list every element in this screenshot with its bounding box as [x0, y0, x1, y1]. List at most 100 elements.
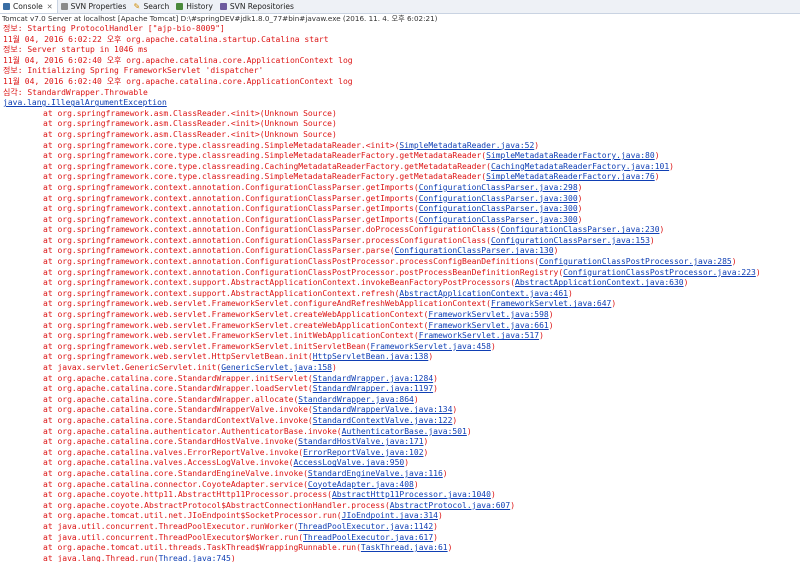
stack-frame-tail: ): [568, 288, 573, 298]
source-link[interactable]: FrameworkServlet.java:458: [371, 342, 491, 351]
source-link[interactable]: CachingMetadataReaderFactory.java:101: [491, 162, 669, 171]
stack-frame: at org.apache.coyote.AbstractProtocol$Ab…: [3, 501, 799, 512]
source-link[interactable]: SimpleMetadataReaderFactory.java:80: [486, 151, 655, 160]
stack-frame-tail: ): [510, 500, 516, 510]
stack-frame: at org.apache.catalina.core.StandardHost…: [3, 437, 799, 448]
source-link[interactable]: SimpleMetadataReader.java:52: [399, 141, 534, 150]
source-link[interactable]: ThreadPoolExecutor.java:617: [303, 533, 433, 542]
stack-frame-text: at org.apache.catalina.connector.CoyoteA…: [43, 479, 308, 489]
stack-frame: at java.lang.Thread.run(Thread.java:745): [3, 554, 799, 562]
stack-frame: at java.util.concurrent.ThreadPoolExecut…: [3, 522, 799, 533]
source-link[interactable]: AuthenticatorBase.java:501: [342, 427, 467, 436]
source-link[interactable]: AbstractHttp11Processor.java:1040: [332, 490, 491, 499]
source-link[interactable]: ThreadPoolExecutor.java:1142: [298, 522, 433, 531]
source-link[interactable]: ConfigurationClassPostProcessor.java:285: [539, 257, 732, 266]
source-link[interactable]: ConfigurationClassParser.java:298: [419, 183, 578, 192]
source-link[interactable]: FrameworkServlet.java:661: [428, 321, 548, 330]
stack-frame-tail: ): [611, 299, 617, 309]
source-link[interactable]: StandardEngineValve.java:116: [308, 469, 443, 478]
stack-frame-text: at org.apache.catalina.core.StandardWrap…: [43, 394, 299, 404]
stack-frame: at org.springframework.web.servlet.Frame…: [3, 342, 799, 353]
stack-frame-tail: ): [447, 543, 453, 553]
stack-frame: at org.springframework.context.support.A…: [3, 278, 799, 289]
source-link[interactable]: StandardWrapper.java:1284: [313, 374, 433, 383]
source-link[interactable]: FrameworkServlet.java:647: [491, 299, 611, 308]
stack-frame-tail: ): [553, 246, 559, 256]
tab-svn-properties[interactable]: SVN Properties: [58, 0, 131, 13]
source-link[interactable]: ConfigurationClassParser.java:300: [419, 215, 578, 224]
stack-frame-tail: ): [490, 341, 496, 351]
close-icon[interactable]: ✕: [47, 3, 53, 11]
source-link[interactable]: ConfigurationClassParser.java:300: [419, 194, 578, 203]
source-link[interactable]: ConfigurationClassPostProcessor.java:223: [563, 268, 756, 277]
stack-frame: at org.apache.catalina.valves.AccessLogV…: [3, 458, 799, 469]
stack-frame-tail: ): [731, 257, 737, 267]
console-output[interactable]: 정보: Starting ProtocolHandler ["ajp-bio-8…: [3, 24, 799, 562]
source-link[interactable]: StandardWrapper.java:1197: [313, 384, 433, 393]
source-link[interactable]: AbstractProtocol.java:607: [390, 501, 510, 510]
stack-frame: at org.springframework.web.servlet.Frame…: [3, 331, 799, 342]
stack-frame-text: at org.springframework.context.annotatio…: [43, 182, 419, 192]
source-link[interactable]: StandardContextValve.java:122: [313, 416, 453, 425]
stack-frame-tail: ): [654, 151, 660, 161]
source-link[interactable]: TaskThread.java:61: [361, 543, 448, 552]
stack-frame: at org.springframework.context.annotatio…: [3, 194, 799, 205]
tab-svn-repositories[interactable]: SVN Repositories: [217, 0, 298, 13]
stack-frame-text: at org.apache.catalina.core.StandardEngi…: [43, 468, 308, 478]
stack-frame: at org.springframework.web.servlet.HttpS…: [3, 352, 799, 363]
stack-frame-tail: ): [577, 182, 583, 192]
source-link[interactable]: AbstractApplicationContext.java:630: [515, 278, 684, 287]
source-link[interactable]: AccessLogValve.java:950: [293, 458, 404, 467]
stack-frame: at org.springframework.asm.ClassReader.<…: [3, 119, 799, 130]
stack-frame-tail: ): [413, 394, 419, 404]
stack-frame-text: at org.apache.tomcat.util.threads.TaskTh…: [43, 543, 361, 553]
source-link[interactable]: JIoEndpoint.java:314: [342, 511, 438, 520]
source-link[interactable]: FrameworkServlet.java:517: [419, 331, 539, 340]
stack-frame: at org.apache.catalina.core.StandardWrap…: [3, 395, 799, 406]
source-link[interactable]: StandardHostValve.java:171: [298, 437, 423, 446]
stack-frame-text: at org.springframework.web.servlet.Frame…: [43, 341, 371, 351]
source-link[interactable]: FrameworkServlet.java:598: [428, 310, 548, 319]
stack-frame-text: at org.springframework.web.servlet.Frame…: [43, 320, 429, 330]
source-link[interactable]: Thread.java:745: [159, 554, 231, 562]
stack-frame-tail: ): [649, 235, 655, 245]
process-label: Tomcat v7.0 Server at localhost [Apache …: [2, 14, 438, 23]
stack-frame-tail: ): [423, 437, 429, 447]
svn-properties-icon: [60, 3, 68, 10]
stack-frame: at org.springframework.context.annotatio…: [3, 204, 799, 215]
stack-frame-text: at org.springframework.asm.ClassReader.<…: [43, 129, 337, 139]
stack-frame-tail: ): [433, 532, 438, 542]
exception-link[interactable]: java.lang.IllegalArgumentException: [3, 98, 799, 109]
log-line: 정보: Server startup in 1046 ms: [3, 45, 148, 55]
stack-frame-tail: ): [442, 468, 448, 478]
tab-console[interactable]: Console ✕: [0, 0, 58, 13]
source-link[interactable]: GenericServlet.java:158: [221, 363, 332, 372]
stack-frame: at org.apache.tomcat.util.net.JIoEndpoin…: [3, 511, 799, 522]
source-link[interactable]: ConfigurationClassParser.java:153: [491, 236, 650, 245]
stack-frame-tail: ): [466, 426, 472, 436]
stack-frame-text: at org.springframework.context.annotatio…: [43, 246, 395, 256]
source-link[interactable]: ConfigurationClassParser.java:130: [395, 246, 554, 255]
log-line: 정보: Initializing Spring FrameworkServlet…: [3, 66, 264, 76]
tab-history[interactable]: History: [173, 0, 217, 13]
source-link[interactable]: ErrorReportValve.java:102: [303, 448, 423, 457]
source-link[interactable]: SimpleMetadataReaderFactory.java:76: [486, 172, 655, 181]
source-link[interactable]: ConfigurationClassParser.java:300: [419, 204, 578, 213]
stack-frame-tail: ): [548, 310, 554, 320]
stack-frame: at org.apache.catalina.core.StandardWrap…: [3, 405, 799, 416]
stack-frame: at org.springframework.web.servlet.Frame…: [3, 299, 799, 310]
stack-frame: at org.springframework.core.type.classre…: [3, 141, 799, 152]
source-link[interactable]: CoyoteAdapter.java:408: [308, 480, 414, 489]
source-link[interactable]: AbstractApplicationContext.java:461: [399, 289, 568, 298]
stack-frame-tail: ): [433, 384, 438, 394]
stack-frame: at java.util.concurrent.ThreadPoolExecut…: [3, 533, 799, 544]
source-link[interactable]: StandardWrapperValve.java:134: [313, 405, 453, 414]
tab-search[interactable]: ✎ Search: [130, 0, 173, 13]
stack-frame-text: at org.apache.catalina.core.StandardWrap…: [43, 384, 313, 394]
stack-frame-text: at org.apache.coyote.http11.AbstractHttp…: [43, 490, 332, 500]
stack-frame-tail: ): [230, 553, 236, 562]
tab-label: Search: [143, 2, 170, 11]
source-link[interactable]: HttpServletBean.java:138: [313, 352, 429, 361]
source-link[interactable]: StandardWrapper.java:864: [298, 395, 414, 404]
source-link[interactable]: ConfigurationClassParser.java:230: [501, 225, 660, 234]
